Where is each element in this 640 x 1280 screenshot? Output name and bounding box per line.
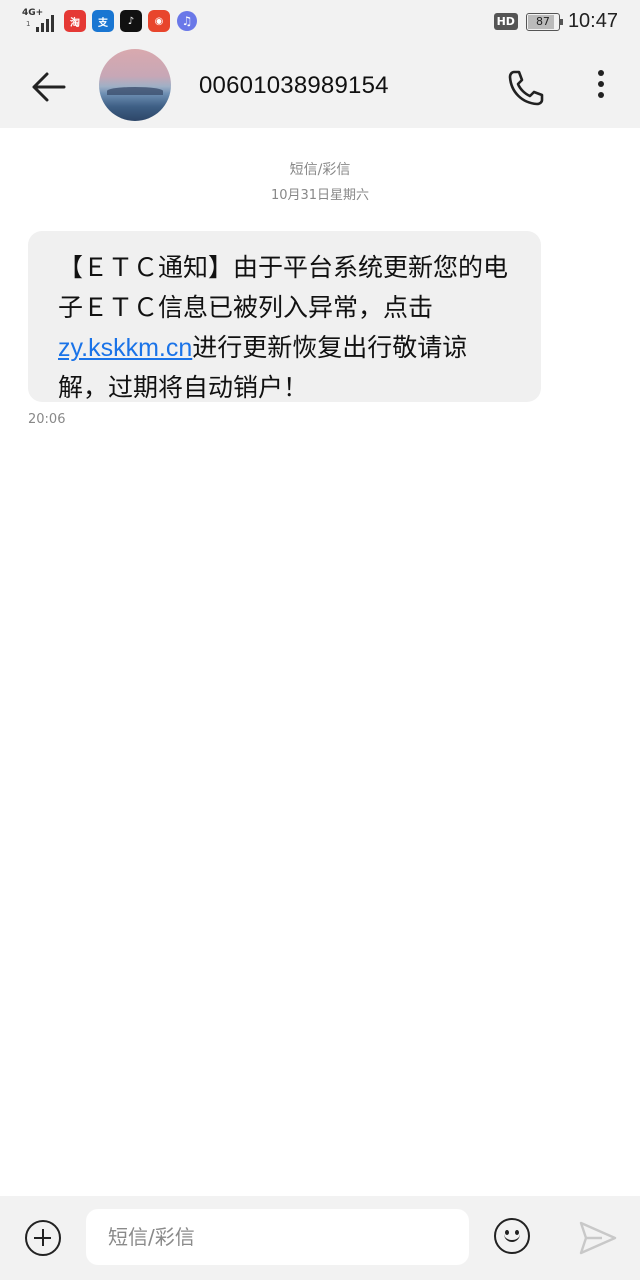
avatar[interactable] [99,49,171,121]
message-input[interactable] [86,1209,469,1265]
status-right: HD 87 10:47 [493,10,618,33]
message-text-before-link: 【ＥＴＣ通知】由于平台系统更新您的电子ＥＴＣ信息已被列入异常，点击 [58,253,509,322]
status-left: 4G+ 1 淘 支 ♪ ◉ ♫ [22,8,198,34]
hd-voice-icon: HD [493,13,518,30]
message-bubble[interactable]: 【ＥＴＣ通知】由于平台系统更新您的电子ＥＴＣ信息已被列入异常，点击 zy.kskk… [28,231,541,402]
signal-icon: 4G+ 1 [22,8,58,34]
tiktok-icon: ♪ [120,10,142,32]
compose-bar [0,1196,640,1280]
message-type-label: 短信/彩信 [289,162,351,178]
contact-number[interactable]: 00601038989154 [199,72,389,100]
battery-level: 87 [535,15,550,28]
music-icon: ♫ [176,10,198,32]
add-attachment-button[interactable] [25,1220,61,1256]
date-separator: 10月31日星期六 [270,188,370,203]
phone-icon [508,70,544,106]
back-button[interactable] [28,66,70,108]
alipay-icon: 支 [92,10,114,32]
message-link[interactable]: zy.kskkm.cn [58,334,192,362]
more-options-button[interactable] [590,66,612,110]
conversation-header: 00601038989154 [0,44,640,128]
call-button[interactable] [504,66,548,110]
message-timestamp: 20:06 [28,412,66,427]
taobao-icon: 淘 [64,10,86,32]
weibo-icon: ◉ [148,10,170,32]
send-button[interactable] [578,1220,618,1256]
clock: 10:47 [567,10,618,32]
battery-icon: 87 [525,12,563,31]
status-bar: 4G+ 1 淘 支 ♪ ◉ ♫ HD 87 10:47 [0,0,640,44]
arrow-left-icon [32,72,66,102]
emoji-button[interactable] [494,1218,530,1254]
send-icon [579,1221,617,1255]
